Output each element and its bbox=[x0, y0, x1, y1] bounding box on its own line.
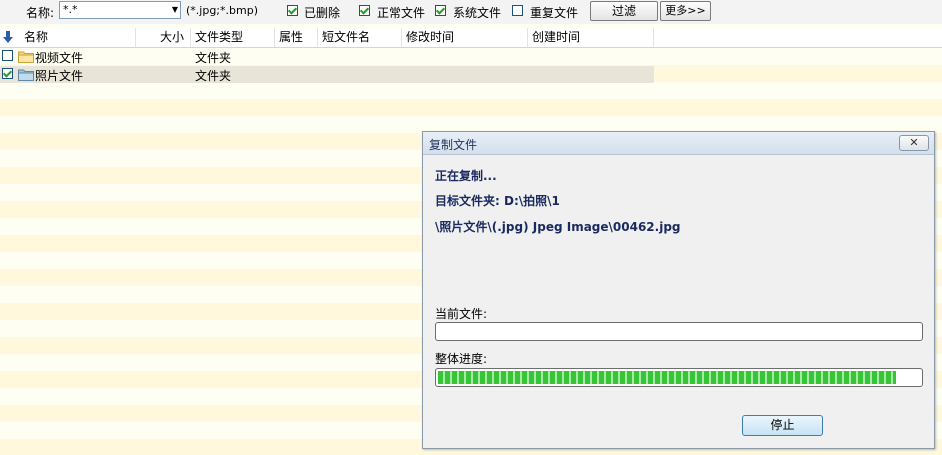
row-checkbox[interactable] bbox=[2, 50, 13, 61]
column-file-type[interactable]: 文件类型 bbox=[191, 28, 275, 47]
duplicate-files-checkbox[interactable] bbox=[512, 5, 523, 16]
name-filter-combo[interactable]: *.* ▼ bbox=[59, 1, 181, 19]
chevron-down-icon[interactable]: ▼ bbox=[172, 2, 178, 18]
column-size[interactable]: 大小 bbox=[136, 28, 191, 47]
dialog-title: 复制文件 bbox=[429, 138, 478, 152]
system-files-checkbox[interactable] bbox=[435, 5, 446, 16]
filter-toolbar: 名称: *.* ▼ (*.jpg;*.bmp) 已删除 正常文件 系统文件 重复… bbox=[0, 0, 942, 24]
row-checkbox[interactable] bbox=[2, 68, 13, 79]
list-item[interactable]: 视频文件 文件夹 bbox=[0, 48, 654, 65]
column-attributes[interactable]: 属性 bbox=[275, 28, 318, 47]
deleted-checkbox[interactable] bbox=[287, 5, 298, 16]
more-button[interactable]: 更多>> bbox=[660, 1, 711, 21]
current-file-label: 当前文件: bbox=[435, 307, 488, 321]
row-type: 文件夹 bbox=[195, 51, 232, 65]
current-path-text: \照片文件\(.jpg) Jpeg Image\00462.jpg bbox=[435, 220, 681, 234]
filter-button[interactable]: 过滤 bbox=[590, 1, 658, 21]
copy-status-text: 正在复制... bbox=[435, 169, 497, 183]
column-short-name[interactable]: 短文件名 bbox=[318, 28, 402, 47]
extension-hint: (*.jpg;*.bmp) bbox=[186, 4, 258, 17]
column-header-filler bbox=[654, 28, 942, 48]
column-created-time[interactable]: 创建时间 bbox=[528, 28, 654, 47]
overall-progress-fill bbox=[438, 371, 896, 384]
target-folder-text: 目标文件夹: D:\拍照\1 bbox=[435, 194, 560, 208]
row-type: 文件夹 bbox=[195, 69, 232, 83]
column-header-bar: 名称 大小 文件类型 属性 短文件名 修改时间 创建时间 bbox=[0, 28, 654, 48]
column-name[interactable]: 名称 bbox=[20, 28, 136, 47]
row-name: 照片文件 bbox=[35, 69, 84, 83]
normal-files-checkbox-label: 正常文件 bbox=[377, 6, 426, 20]
dialog-title-bar[interactable]: 复制文件 ✕ bbox=[423, 132, 934, 155]
list-item[interactable]: 照片文件 文件夹 bbox=[0, 66, 654, 83]
duplicate-files-checkbox-label: 重复文件 bbox=[530, 6, 579, 20]
name-filter-value: *.* bbox=[63, 3, 78, 16]
normal-files-checkbox[interactable] bbox=[359, 5, 370, 16]
copy-files-dialog: 复制文件 ✕ 正在复制... 目标文件夹: D:\拍照\1 \照片文件\(.jp… bbox=[422, 131, 935, 449]
system-files-checkbox-label: 系统文件 bbox=[453, 6, 502, 20]
folder-icon bbox=[18, 51, 34, 63]
folder-icon bbox=[18, 69, 34, 81]
current-file-progress-bar bbox=[435, 322, 923, 341]
deleted-checkbox-label: 已删除 bbox=[304, 6, 341, 20]
overall-progress-label: 整体进度: bbox=[435, 352, 488, 366]
close-icon[interactable]: ✕ bbox=[899, 135, 929, 151]
overall-progress-bar bbox=[435, 368, 923, 387]
column-modified-time[interactable]: 修改时间 bbox=[402, 28, 528, 47]
row-name: 视频文件 bbox=[35, 51, 84, 65]
name-filter-label: 名称: bbox=[26, 6, 55, 20]
stop-button[interactable]: 停止 bbox=[742, 415, 823, 436]
sort-arrow-icon[interactable] bbox=[2, 30, 14, 44]
